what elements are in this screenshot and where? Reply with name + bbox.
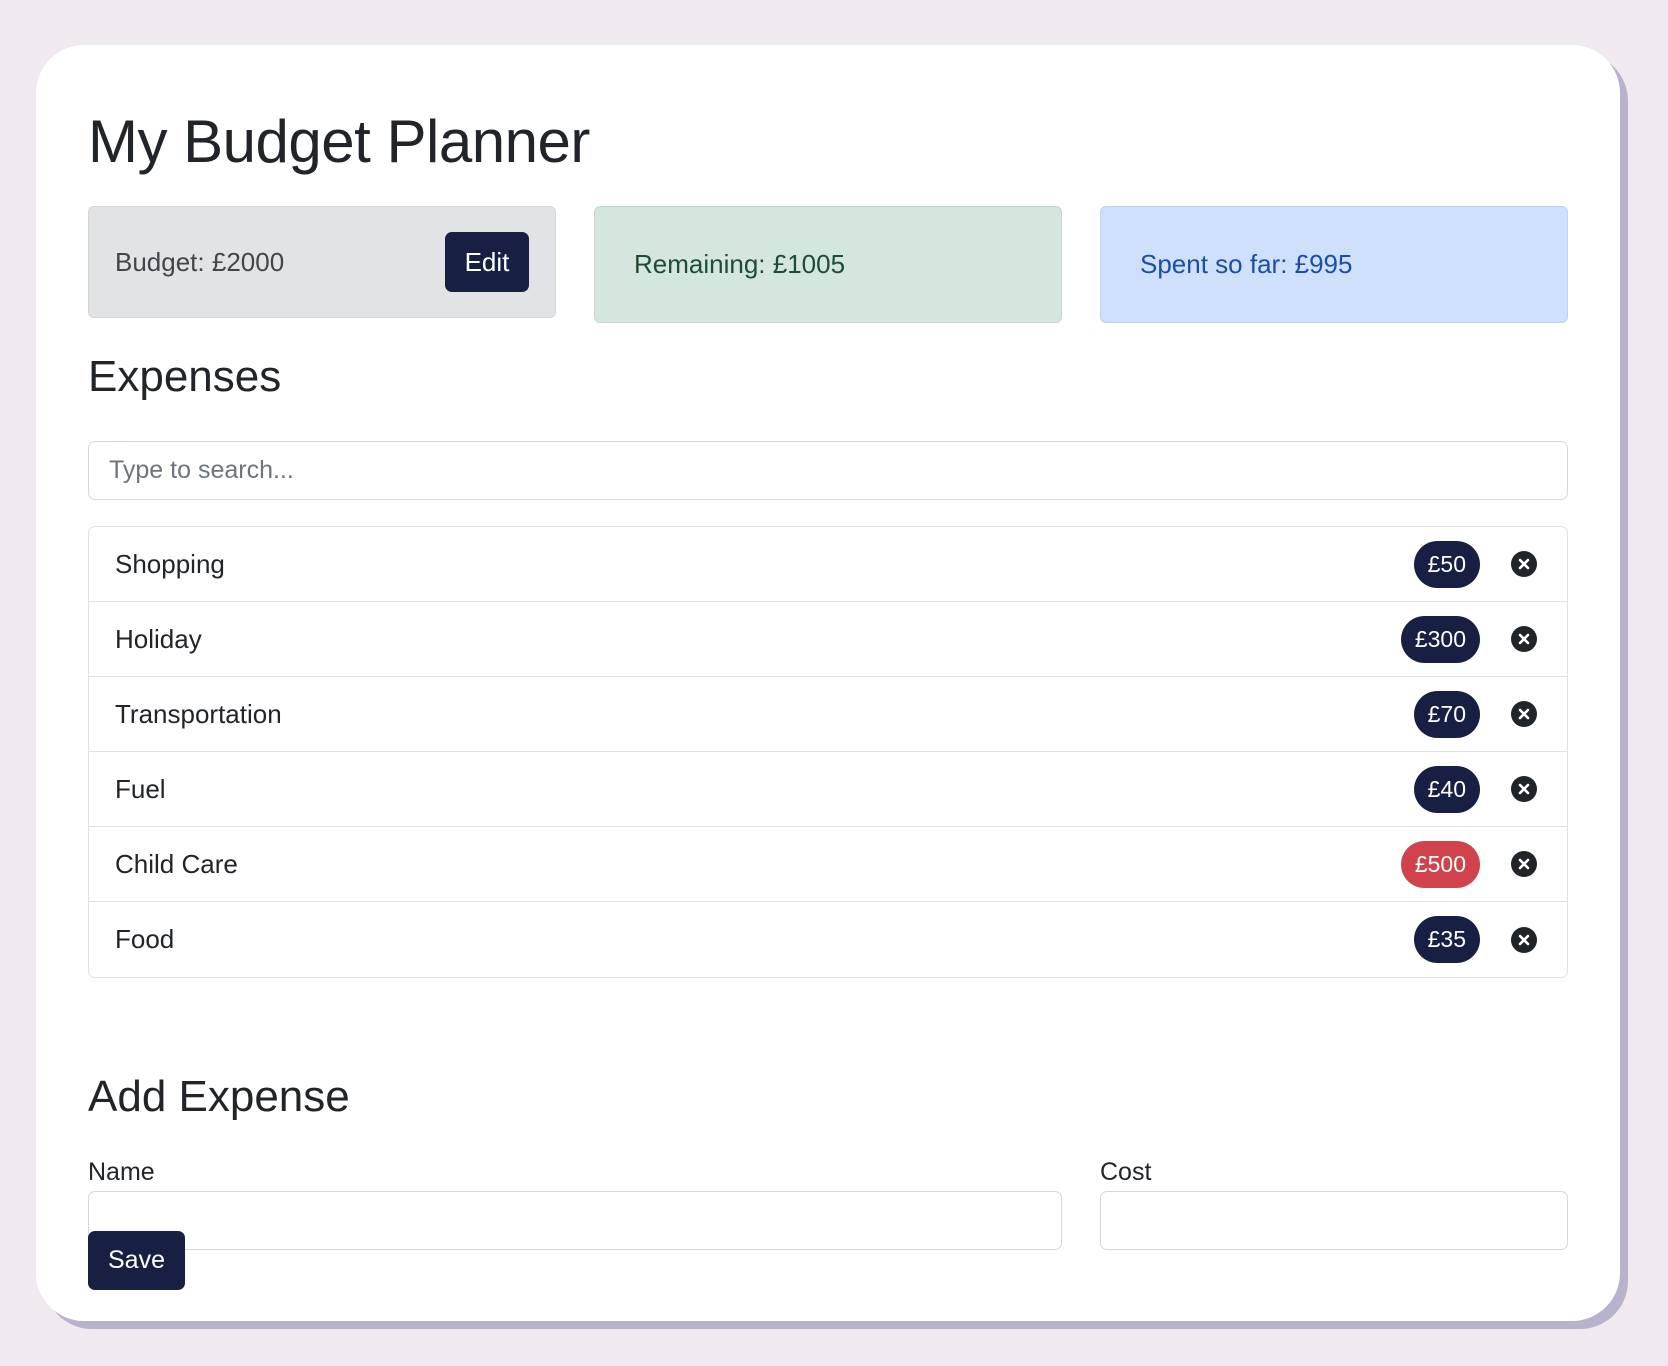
expense-cost-badge: £70 [1413, 690, 1480, 738]
budget-card: My Budget Planner Budget: £2000 Edit Rem… [36, 45, 1620, 1321]
close-circle-icon[interactable] [1511, 926, 1537, 953]
name-label: Name [88, 1158, 155, 1186]
expense-name: Holiday [115, 623, 202, 654]
spent-label: Spent so far: £995 [1140, 249, 1353, 279]
budget-panel: Budget: £2000 Edit [88, 206, 556, 318]
list-item: Child Care £500 [89, 827, 1567, 902]
expense-cost-badge: £35 [1413, 916, 1480, 963]
expense-list: Shopping £50 Holiday £300 Transportation £70 F… [88, 526, 1568, 978]
cost-field[interactable] [1100, 1191, 1568, 1250]
list-item: Shopping £50 [89, 527, 1567, 602]
close-circle-icon[interactable] [1511, 851, 1537, 877]
expense-name: Food [115, 924, 175, 954]
x-glyph [1518, 858, 1530, 870]
x-glyph [1518, 633, 1530, 645]
remaining-label: Remaining: £1005 [634, 249, 846, 279]
x-glyph [1518, 558, 1530, 570]
expense-name: Transportation [115, 698, 282, 729]
name-field[interactable] [88, 1191, 1062, 1250]
spent-panel: Spent so far: £995 [1100, 206, 1568, 323]
list-item: Holiday £300 [89, 602, 1567, 677]
expense-cost-badge: £50 [1413, 540, 1480, 588]
budget-label: Budget: £2000 [115, 246, 285, 277]
expense-name: Child Care [115, 848, 238, 879]
expense-cost-badge: £500 [1400, 840, 1480, 888]
cost-label: Cost [1100, 1158, 1152, 1186]
expenses-heading: Expenses [88, 352, 282, 401]
list-item: Food £35 [89, 902, 1567, 977]
x-glyph [1518, 708, 1530, 720]
close-circle-icon[interactable] [1511, 776, 1537, 802]
close-circle-icon[interactable] [1511, 626, 1537, 652]
list-item: Transportation £70 [89, 677, 1567, 752]
expense-name: Shopping [115, 548, 225, 579]
close-circle-icon[interactable] [1511, 551, 1537, 577]
remaining-panel: Remaining: £1005 [594, 206, 1062, 323]
add-expense-heading: Add Expense [88, 1072, 350, 1121]
search-input[interactable] [88, 441, 1568, 500]
close-circle-icon[interactable] [1511, 701, 1537, 727]
edit-budget-button[interactable]: Edit [445, 232, 529, 292]
save-button[interactable]: Save [88, 1231, 185, 1290]
expense-cost-badge: £300 [1400, 615, 1480, 663]
expense-cost-badge: £40 [1413, 765, 1480, 813]
list-item: Fuel £40 [89, 752, 1567, 827]
expense-name: Fuel [115, 773, 166, 804]
page-title: My Budget Planner [88, 108, 590, 175]
x-glyph [1518, 934, 1530, 945]
x-glyph [1518, 783, 1530, 795]
